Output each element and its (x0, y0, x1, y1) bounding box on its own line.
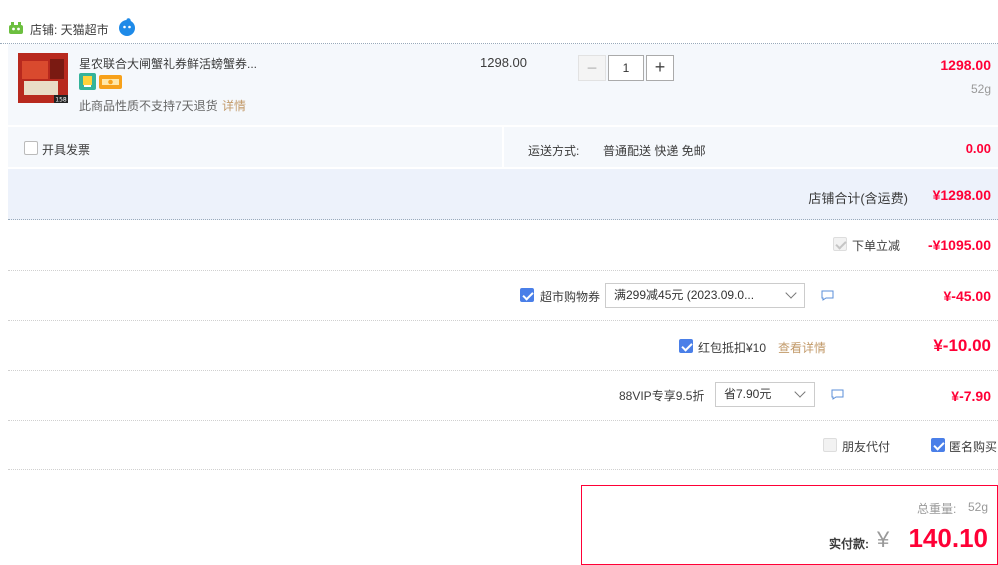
invoice-label: 开具发票 (42, 143, 91, 157)
total-weight-value: 52g (967, 500, 988, 514)
wangwang-chat-icon[interactable] (118, 18, 136, 36)
coupon-select[interactable]: 满299减45元 (2023.09.0... (605, 283, 805, 308)
card-badge-icon (99, 75, 122, 89)
quantity-input[interactable]: 1 (608, 55, 644, 81)
friend-pay-label: 朋友代付 (842, 440, 891, 454)
coupon-checkbox[interactable] (520, 288, 534, 302)
instant-discount-amount: -¥1095.00 (927, 237, 991, 253)
product-title[interactable]: 星农联合大闸蟹礼券鲜活螃蟹券... (79, 55, 257, 72)
thumb-badge: 158 (55, 97, 67, 104)
total-weight-label: 总重量: (917, 502, 957, 516)
divider (8, 370, 998, 371)
vip-label: 88VIP专享9.5折 (619, 389, 705, 403)
shipping-label: 运送方式: (528, 144, 580, 158)
product-thumbnail[interactable]: 158 (18, 53, 68, 103)
redpacket-details-link[interactable]: 查看详情 (778, 339, 826, 356)
invoice-checkbox[interactable] (24, 141, 38, 155)
store-name[interactable]: 店铺: 天猫超市 (30, 21, 109, 38)
final-pay-amount: 140.10 (908, 523, 988, 553)
redpacket-amount: ¥-10.00 (933, 336, 991, 355)
currency-symbol: ¥ (877, 527, 890, 552)
item-weight: 52g (970, 82, 991, 96)
coupon-amount: ¥-45.00 (943, 288, 991, 304)
tmall-store-icon (9, 22, 23, 34)
divider (8, 420, 998, 421)
return-policy-details-link[interactable]: 详情 (222, 97, 246, 114)
shipping-fee: 0.00 (965, 141, 991, 156)
redpacket-label: 红包抵扣¥10 (698, 341, 767, 355)
instant-discount-label: 下单立减 (852, 239, 901, 253)
anonymous-checkbox[interactable] (931, 438, 945, 452)
unit-price: 1298.00 (480, 55, 527, 70)
vip-amount: ¥-7.90 (951, 388, 991, 404)
coupon-label: 超市购物券 (540, 290, 601, 304)
quantity-increase-button[interactable]: + (646, 55, 674, 81)
redpacket-checkbox[interactable] (679, 339, 693, 353)
message-icon[interactable] (831, 389, 844, 400)
friend-pay-checkbox (823, 438, 837, 452)
store-total-amount: ¥1298.00 (932, 187, 991, 203)
instant-discount-checkbox (833, 237, 847, 251)
vip-select-value: 省7.90元 (724, 387, 772, 401)
message-icon[interactable] (821, 290, 834, 301)
divider (8, 469, 998, 470)
item-subtotal: 1298.00 (940, 57, 991, 73)
return-policy-note: 此商品性质不支持7天退货 (79, 99, 218, 113)
store-header (0, 0, 998, 44)
anonymous-label: 匿名购买 (949, 440, 998, 454)
divider (8, 320, 998, 321)
store-total-label: 店铺合计(含运费) (808, 191, 908, 206)
divider (8, 270, 998, 271)
final-pay-label: 实付款: (829, 537, 869, 551)
shipping-method: 普通配送 快递 免邮 (603, 144, 706, 158)
quantity-decrease-button[interactable]: − (578, 55, 606, 81)
promise-badge-icon (79, 73, 96, 90)
coupon-select-value: 满299减45元 (2023.09.0... (614, 288, 755, 302)
